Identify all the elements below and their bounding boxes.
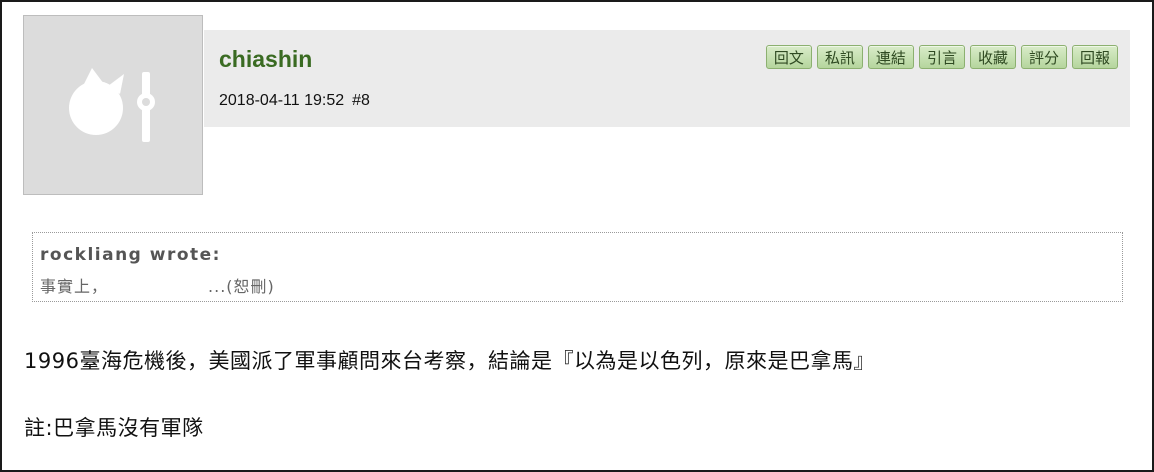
quote-button[interactable]: 引言 <box>918 45 965 69</box>
report-button[interactable]: 回報 <box>1071 45 1118 69</box>
quote-text-start: 事實上， <box>40 277 109 296</box>
post-container: chiashin 2018-04-11 19:52 #8 回文 私訊 連結 引言 … <box>0 0 1154 472</box>
private-message-button[interactable]: 私訊 <box>816 45 863 69</box>
quote-text: 事實上， ...(恕刪) <box>40 273 275 297</box>
user-avatar[interactable] <box>23 15 203 195</box>
link-button[interactable]: 連結 <box>867 45 914 69</box>
bookmark-button[interactable]: 收藏 <box>969 45 1016 69</box>
quote-author: rockliang wrote: <box>40 245 221 265</box>
post-actions: 回文 私訊 連結 引言 收藏 評分 回報 <box>765 45 1118 69</box>
quote-text-end: ...(恕刪) <box>208 277 275 296</box>
reply-button[interactable]: 回文 <box>765 45 812 69</box>
default-avatar-icon <box>69 68 155 142</box>
post-number[interactable]: #8 <box>352 92 370 109</box>
rate-button[interactable]: 評分 <box>1020 45 1067 69</box>
post-body-line-1: 1996臺海危機後，美國派了軍事顧問來台考察，結論是『以為是以色列，原來是巴拿馬… <box>24 349 875 373</box>
post-username[interactable]: chiashin <box>219 46 312 73</box>
quote-block: rockliang wrote: 事實上， ...(恕刪) <box>32 232 1123 302</box>
post-body-line-2: 註:巴拿馬沒有軍隊 <box>24 416 204 440</box>
post-datetime: 2018-04-11 19:52 <box>219 92 345 109</box>
post-meta: 2018-04-11 19:52 #8 <box>219 92 370 110</box>
post-header: chiashin 2018-04-11 19:52 #8 回文 私訊 連結 引言 … <box>204 30 1130 127</box>
